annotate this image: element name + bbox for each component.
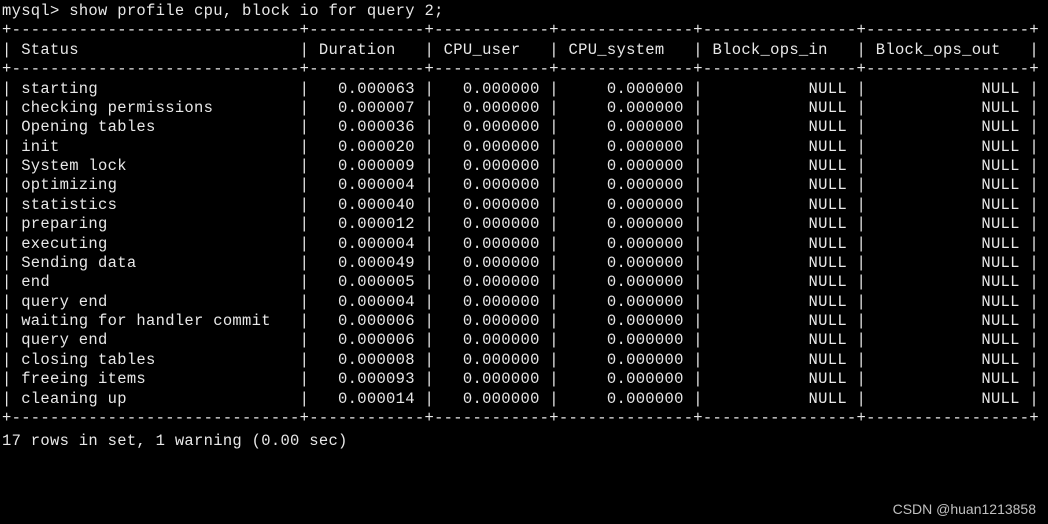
table-row: | checking permissions | 0.000007 | 0.00… <box>2 99 1048 118</box>
table-row: | executing | 0.000004 | 0.000000 | 0.00… <box>2 235 1048 254</box>
table-row: | starting | 0.000063 | 0.000000 | 0.000… <box>2 80 1048 99</box>
table-row: | closing tables | 0.000008 | 0.000000 |… <box>2 351 1048 370</box>
watermark: CSDN @huan1213858 <box>893 501 1036 519</box>
table-row: | Sending data | 0.000049 | 0.000000 | 0… <box>2 254 1048 273</box>
result-footer: 17 rows in set, 1 warning (0.00 sec) <box>2 432 1048 451</box>
table-row: | System lock | 0.000009 | 0.000000 | 0.… <box>2 157 1048 176</box>
sql-command: show profile cpu, block io for query 2; <box>69 2 443 20</box>
table-top-border: +------------------------------+--------… <box>2 21 1048 40</box>
mysql-prompt[interactable]: mysql> show profile cpu, block io for qu… <box>2 2 1048 21</box>
table-bottom-border: +------------------------------+--------… <box>2 409 1048 428</box>
table-header-border: +------------------------------+--------… <box>2 60 1048 79</box>
table-row: | query end | 0.000006 | 0.000000 | 0.00… <box>2 331 1048 350</box>
table-body: | starting | 0.000063 | 0.000000 | 0.000… <box>2 80 1048 409</box>
table-row: | statistics | 0.000040 | 0.000000 | 0.0… <box>2 196 1048 215</box>
table-row: | Opening tables | 0.000036 | 0.000000 |… <box>2 118 1048 137</box>
table-row: | end | 0.000005 | 0.000000 | 0.000000 |… <box>2 273 1048 292</box>
table-row: | optimizing | 0.000004 | 0.000000 | 0.0… <box>2 176 1048 195</box>
table-row: | query end | 0.000004 | 0.000000 | 0.00… <box>2 293 1048 312</box>
table-row: | cleaning up | 0.000014 | 0.000000 | 0.… <box>2 390 1048 409</box>
table-row: | init | 0.000020 | 0.000000 | 0.000000 … <box>2 138 1048 157</box>
table-row: | freeing items | 0.000093 | 0.000000 | … <box>2 370 1048 389</box>
table-header-row: | Status | Duration | CPU_user | CPU_sys… <box>2 41 1048 60</box>
table-row: | preparing | 0.000012 | 0.000000 | 0.00… <box>2 215 1048 234</box>
prompt-prefix: mysql> <box>2 2 69 20</box>
table-row: | waiting for handler commit | 0.000006 … <box>2 312 1048 331</box>
